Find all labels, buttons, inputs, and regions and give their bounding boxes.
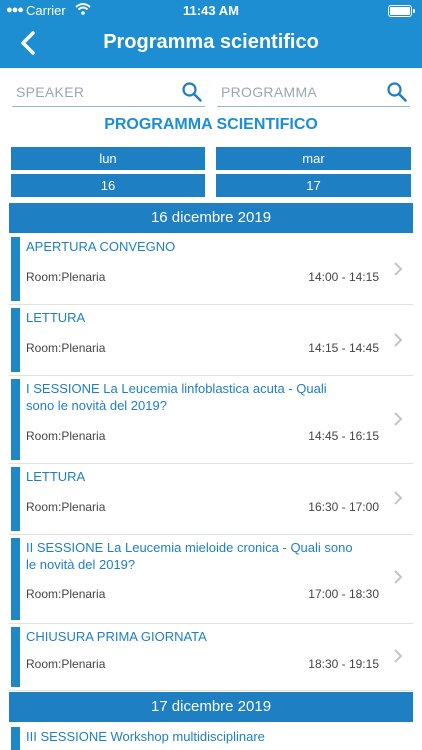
- date-section-header: 16 dicembre 2019: [9, 203, 413, 233]
- session-room: Room:Plenaria: [26, 657, 106, 671]
- page-title: Programma scientifico: [103, 31, 319, 53]
- session-row[interactable]: III SESSIONE Workshop multidisciplinare: [9, 724, 413, 750]
- session-time: 14:00 - 14:15: [308, 270, 379, 284]
- search-icon[interactable]: [386, 81, 408, 103]
- session-color-bar: [11, 379, 20, 460]
- status-time: 11:43 AM: [183, 3, 239, 18]
- chevron-right-icon: [394, 570, 403, 584]
- session-color-bar: [11, 308, 20, 372]
- session-title: II SESSIONE La Leucemia mieloide cronica…: [26, 540, 353, 572]
- day-date-button[interactable]: 17: [216, 174, 411, 197]
- speaker-search: [12, 80, 205, 107]
- day-weekday-button[interactable]: lun: [11, 147, 205, 170]
- session-time: 16:30 - 17:00: [308, 500, 379, 514]
- session-title: LETTURA: [26, 310, 86, 325]
- session-room: Room:Plenaria: [26, 500, 106, 514]
- session-room: Room:Plenaria: [26, 341, 106, 355]
- session-color-bar: [11, 727, 20, 750]
- chevron-right-icon: [394, 649, 403, 663]
- section-title: PROGRAMMA SCIENTIFICO: [104, 116, 318, 133]
- session-row[interactable]: I SESSIONE La Leucemia linfoblastica acu…: [9, 376, 413, 464]
- program-search-input[interactable]: [219, 83, 383, 101]
- session-color-bar: [11, 467, 20, 531]
- session-row[interactable]: CHIUSURA PRIMA GIORNATA Room:Plenaria 18…: [9, 624, 413, 691]
- session-row[interactable]: LETTURA Room:Plenaria 16:30 - 17:00: [9, 464, 413, 535]
- session-color-bar: [11, 538, 20, 620]
- session-row[interactable]: LETTURA Room:Plenaria 14:15 - 14:45: [9, 305, 413, 376]
- session-color-bar: [11, 627, 20, 687]
- program-search: [217, 80, 410, 107]
- session-time: 17:00 - 18:30: [308, 587, 379, 601]
- session-room: Room:Plenaria: [26, 587, 106, 601]
- chevron-right-icon: [394, 333, 403, 347]
- session-title: APERTURA CONVEGNO: [26, 239, 176, 254]
- session-title: III SESSIONE Workshop multidisciplinare: [26, 729, 265, 744]
- chevron-right-icon: [394, 262, 403, 276]
- chevron-right-icon: [394, 491, 403, 505]
- status-bar: ●●● Carrier 11:43 AM: [0, 0, 422, 22]
- day-weekday-button[interactable]: mar: [216, 147, 411, 170]
- battery-icon: [388, 5, 415, 17]
- session-title: CHIUSURA PRIMA GIORNATA: [26, 629, 207, 644]
- navigation-header: ●●● Carrier 11:43 AM Programma scientifi…: [0, 0, 422, 68]
- session-room: Room:Plenaria: [26, 270, 106, 284]
- search-icon[interactable]: [181, 81, 203, 103]
- session-room: Room:Plenaria: [26, 429, 106, 443]
- speaker-search-input[interactable]: [14, 83, 178, 101]
- session-time: 18:30 - 19:15: [308, 657, 379, 671]
- session-time: 14:45 - 16:15: [308, 429, 379, 443]
- day-date-button[interactable]: 16: [11, 174, 205, 197]
- session-time: 14:15 - 14:45: [308, 341, 379, 355]
- session-title: LETTURA: [26, 469, 86, 484]
- chevron-right-icon: [394, 412, 403, 426]
- session-row[interactable]: II SESSIONE La Leucemia mieloide cronica…: [9, 535, 413, 624]
- date-section-header: 17 dicembre 2019: [9, 692, 413, 722]
- session-title: I SESSIONE La Leucemia linfoblastica acu…: [26, 381, 327, 413]
- session-row[interactable]: APERTURA CONVEGNO Room:Plenaria 14:00 - …: [9, 234, 413, 305]
- session-color-bar: [11, 237, 20, 301]
